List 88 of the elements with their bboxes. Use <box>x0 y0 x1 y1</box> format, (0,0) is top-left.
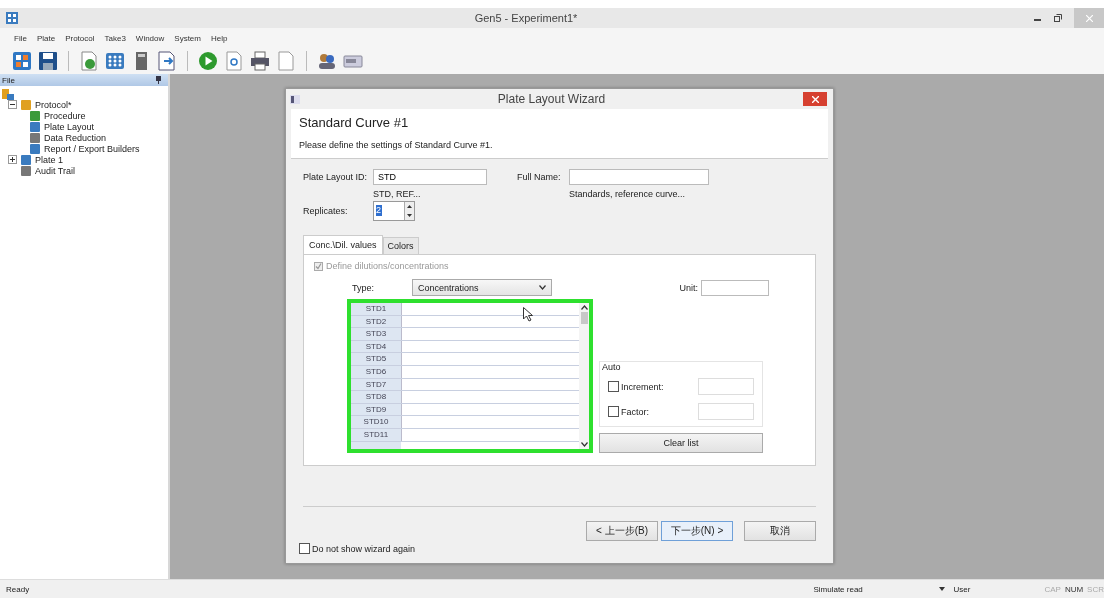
checkbox[interactable] <box>608 381 619 392</box>
cursor-icon <box>523 307 533 322</box>
up-arrow-icon[interactable] <box>407 205 412 208</box>
wizard-button[interactable]: 下一步(N) > <box>661 521 733 541</box>
wizard-button[interactable]: 取消 <box>744 521 816 541</box>
grid-icon[interactable] <box>12 51 32 71</box>
input-field[interactable] <box>698 403 754 420</box>
checkbox-label: Factor: <box>621 406 650 417</box>
close-icon <box>811 95 819 103</box>
input-field[interactable] <box>701 279 769 296</box>
export-icon[interactable] <box>157 51 177 71</box>
field-label: Type: <box>352 282 375 293</box>
tree-item[interactable]: Protocol* <box>35 99 72 110</box>
wizard-description: Please define the settings of Standard Curve #1. <box>299 140 494 150</box>
field-hint: Standards, reference curve... <box>568 189 687 199</box>
document-icon[interactable] <box>79 51 99 71</box>
status-text: Simulate read <box>813 584 864 594</box>
chevron-up-icon <box>580 305 588 310</box>
chevron-down-icon <box>580 442 588 447</box>
input-field[interactable] <box>698 378 754 395</box>
wizard-heading: Standard Curve #1 <box>299 115 410 130</box>
tree-item[interactable]: Report / Export Builders <box>44 143 140 154</box>
menu-item[interactable]: Protocol <box>65 33 95 43</box>
checkbox-label: Increment: <box>621 381 665 392</box>
dropdown[interactable]: Concentrations <box>412 279 552 296</box>
checkbox[interactable] <box>608 406 619 417</box>
scroll-thumb[interactable] <box>580 312 588 324</box>
scrollbar[interactable] <box>579 303 589 449</box>
field-hint: STD, REF... <box>372 189 422 199</box>
menu-item[interactable]: Window <box>135 33 165 43</box>
status-text: Ready <box>6 584 31 594</box>
tab[interactable]: Conc.\Dil. values <box>303 235 383 254</box>
wizard-button[interactable]: < 上一步(B) <box>586 521 658 541</box>
pane-title: File <box>2 75 15 85</box>
play-icon[interactable] <box>198 51 218 71</box>
group-title: Auto <box>602 362 622 372</box>
menu-item[interactable]: File <box>14 33 27 43</box>
folder-icon <box>2 87 14 100</box>
input-field[interactable] <box>569 169 709 185</box>
save-icon[interactable] <box>38 51 58 71</box>
app-icon <box>6 12 18 24</box>
menu-item[interactable]: Plate <box>36 33 56 43</box>
node-icon <box>29 109 41 122</box>
people-icon[interactable] <box>317 51 337 71</box>
key-indicator: SCR <box>1087 584 1104 594</box>
dialog-title: Plate Layout Wizard <box>496 92 607 106</box>
clear-button[interactable]: Clear list <box>599 433 763 453</box>
close-icon <box>1085 14 1093 22</box>
close-button[interactable] <box>803 92 827 106</box>
field-label: Full Name: <box>517 172 562 182</box>
checkbox-label: Define dilutions/concentrations <box>326 261 449 271</box>
field-label: Unit: <box>679 282 698 293</box>
field-label: Plate Layout ID: <box>303 172 369 182</box>
checkbox-label: Do not show wizard again <box>312 543 416 554</box>
restore-icon[interactable] <box>1054 14 1062 22</box>
window-title: Gen5 - Experiment1* <box>473 12 579 24</box>
node-icon <box>29 142 41 155</box>
key-indicator: CAP <box>1044 584 1061 594</box>
dialog-icon <box>290 94 300 104</box>
tree-item[interactable]: Audit Trail <box>35 165 76 176</box>
chevron-down-icon <box>539 285 546 290</box>
input-field[interactable]: STD <box>373 169 487 185</box>
printer-icon[interactable] <box>250 51 270 71</box>
node-icon <box>20 98 32 111</box>
plate-icon[interactable] <box>105 51 125 71</box>
node-icon <box>29 120 41 133</box>
menu-item[interactable]: Take3 <box>104 33 126 43</box>
checkbox[interactable] <box>299 543 310 554</box>
field-label: Replicates: <box>303 206 349 216</box>
menu-item[interactable]: System <box>174 33 201 43</box>
tree-item[interactable]: Procedure <box>44 110 86 121</box>
node-icon <box>20 153 32 166</box>
spin-box[interactable]: 2 <box>373 201 415 221</box>
pin-icon[interactable] <box>155 76 162 84</box>
dropdown-icon[interactable] <box>939 587 946 591</box>
node-icon <box>29 131 41 144</box>
preview-icon[interactable] <box>224 51 244 71</box>
tree-item[interactable]: Plate Layout <box>44 121 95 132</box>
user-label: User <box>953 584 971 594</box>
expand-icon[interactable] <box>8 155 17 164</box>
tree-item[interactable]: Plate 1 <box>35 154 64 165</box>
down-arrow-icon[interactable] <box>407 214 412 217</box>
key-indicator: NUM <box>1064 584 1084 594</box>
menu-item[interactable]: Help <box>210 33 228 43</box>
tab[interactable]: Colors <box>382 237 419 254</box>
node-icon <box>20 164 32 177</box>
collapse-icon[interactable] <box>8 100 17 109</box>
tree-item[interactable]: Data Reduction <box>44 132 107 143</box>
